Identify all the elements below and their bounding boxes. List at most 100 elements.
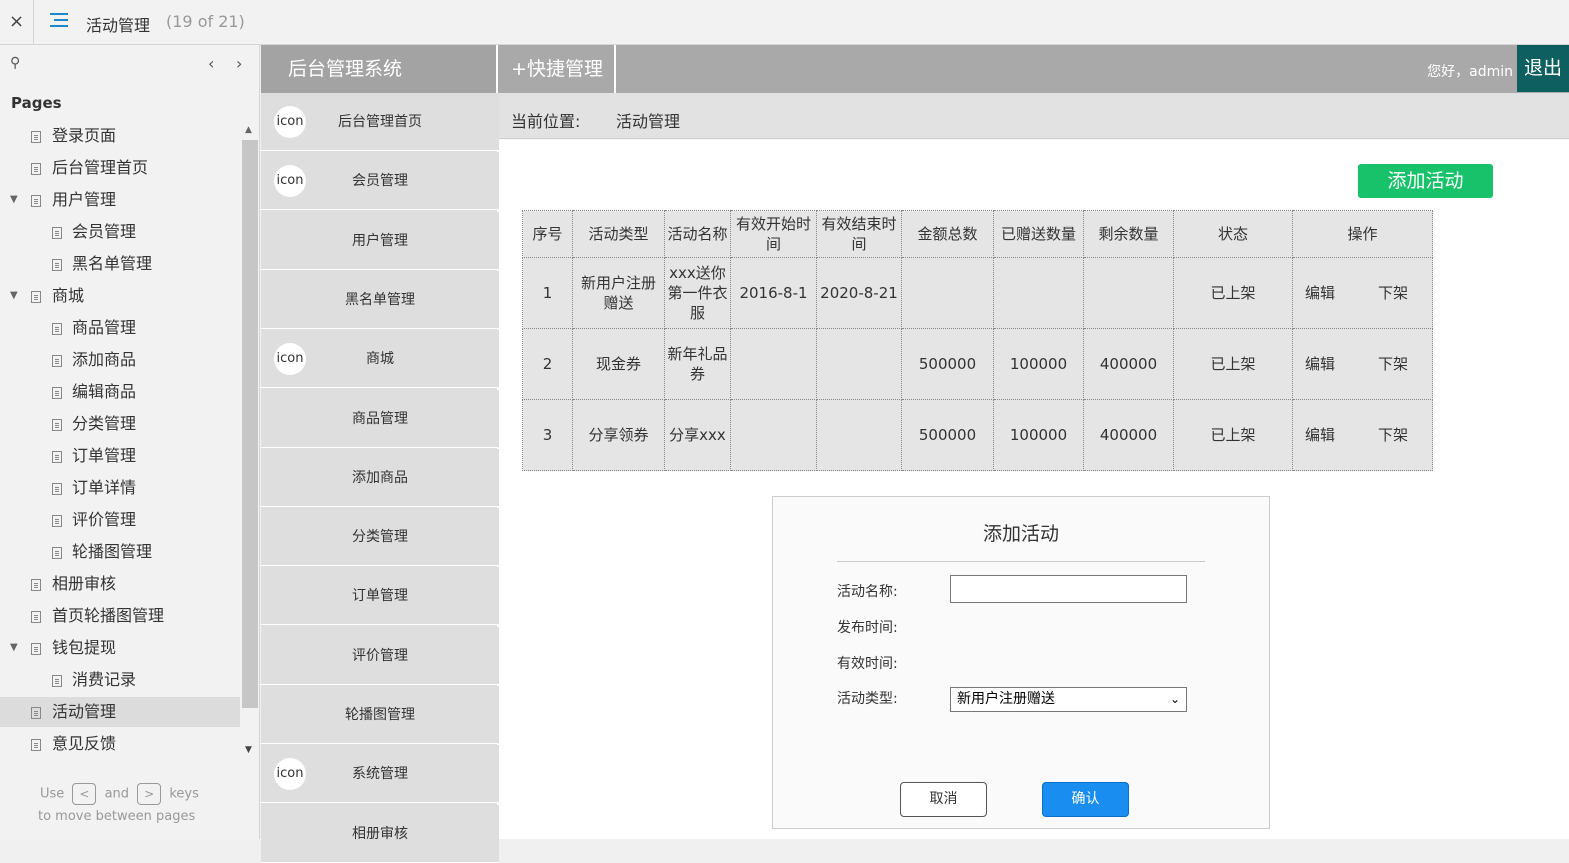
side-menu-item[interactable]: 用户管理	[261, 211, 499, 270]
add-activity-dialog: 添加活动 活动名称: 发布时间: 有效时间: 活动类型: 新用户注册赠送 ⌄ 取…	[772, 496, 1270, 829]
column-header: 金额总数	[901, 210, 994, 258]
page-icon	[31, 643, 41, 655]
side-menu-item[interactable]: 分类管理	[261, 508, 499, 567]
side-menu-item[interactable]: 评价管理	[261, 626, 499, 685]
add-activity-button[interactable]: 添加活动	[1358, 164, 1493, 198]
tree-item-label: 消费记录	[72, 670, 137, 689]
tree-item[interactable]: 编辑商品	[0, 377, 240, 407]
side-menu-item[interactable]: 黑名单管理	[261, 270, 499, 329]
table-cell	[1083, 257, 1174, 329]
side-menu-item[interactable]: icon 会员管理	[261, 152, 499, 211]
column-header: 操作	[1292, 210, 1433, 258]
table-cell	[993, 257, 1084, 329]
tree-item[interactable]: ▼ 商城	[0, 281, 240, 311]
table-cell: 已上架	[1173, 257, 1293, 329]
table-cell: 400000	[1083, 328, 1174, 400]
side-menu-item[interactable]: 订单管理	[261, 567, 499, 626]
quick-manage-button[interactable]: +快捷管理	[500, 45, 616, 93]
page-icon	[31, 131, 41, 143]
actions-cell: 编辑 下架	[1292, 399, 1433, 471]
tree-item[interactable]: ▼ 钱包提现	[0, 633, 240, 663]
tree-item-label: 后台管理首页	[52, 158, 149, 177]
side-menu-item[interactable]: icon 后台管理首页	[261, 93, 499, 151]
tree-item[interactable]: 消费记录	[0, 665, 240, 695]
table-cell: 分享领券	[572, 399, 665, 471]
activity-table: 序号 活动类型 活动名称 有效开始时间 有效结束时间 金额总数 已赠送数量 剩余数量 状态 操作 …	[522, 210, 1433, 471]
take-down-link[interactable]: 下架	[1378, 354, 1408, 374]
expand-arrow-icon[interactable]: ▼	[10, 281, 18, 311]
side-menu-label: 评价管理	[352, 647, 408, 664]
table-cell	[816, 399, 902, 471]
side-menu-item[interactable]: 商品管理	[261, 389, 499, 448]
logout-button[interactable]: 退出	[1517, 45, 1569, 92]
activity-type-select[interactable]: 新用户注册赠送 ⌄	[950, 687, 1187, 712]
cancel-button[interactable]: 取消	[900, 782, 987, 817]
breadcrumb: 当前位置: 活动管理	[499, 93, 1569, 139]
side-menu-label: 系统管理	[352, 766, 408, 783]
page-icon	[31, 611, 41, 623]
take-down-link[interactable]: 下架	[1378, 425, 1408, 445]
tree-item[interactable]: 意见反馈	[0, 729, 240, 759]
side-menu-label: 相册审核	[352, 825, 408, 842]
expand-arrow-icon[interactable]: ▼	[10, 633, 18, 663]
tree-item[interactable]: 相册审核	[0, 569, 240, 599]
tree-item-label: 意见反馈	[52, 734, 117, 753]
side-menu-item[interactable]: 添加商品	[261, 448, 499, 507]
breadcrumb-value: 活动管理	[616, 112, 681, 131]
scroll-down-icon[interactable]: ▼	[245, 745, 252, 755]
page-icon	[31, 163, 41, 175]
edit-link[interactable]: 编辑	[1305, 354, 1335, 374]
menu-icon[interactable]	[50, 13, 70, 31]
keyboard-hint: Use < and > keys to move between pages	[38, 783, 240, 828]
page-icon	[52, 547, 62, 559]
page-icon	[31, 195, 41, 207]
activity-name-input[interactable]	[950, 575, 1187, 603]
divider	[837, 561, 1205, 562]
side-menu-item[interactable]: icon 系统管理	[261, 745, 499, 804]
table-cell: 已上架	[1173, 399, 1293, 471]
tree-item[interactable]: 订单详情	[0, 473, 240, 503]
chevron-left-icon[interactable]: ‹	[208, 54, 214, 73]
tree-item[interactable]: 评价管理	[0, 505, 240, 535]
side-menu-label: 商城	[366, 351, 394, 368]
breadcrumb-label: 当前位置:	[511, 112, 581, 131]
tree-item[interactable]: 添加商品	[0, 345, 240, 375]
side-menu-item[interactable]: 相册审核	[261, 804, 499, 863]
viewer-topbar: × 活动管理 (19 of 21)	[0, 0, 1569, 45]
table-cell: 2020-8-21	[816, 257, 902, 329]
tree-item[interactable]: 会员管理	[0, 217, 240, 247]
side-menu-item[interactable]: 轮播图管理	[261, 686, 499, 744]
tree-item[interactable]: 登录页面	[0, 121, 240, 151]
tree-item-label: 登录页面	[52, 126, 117, 145]
table-cell: 100000	[993, 399, 1084, 471]
tree-item[interactable]: 订单管理	[0, 441, 240, 471]
chevron-right-icon[interactable]: ›	[236, 54, 242, 73]
search-icon[interactable]: ⚲	[10, 55, 20, 71]
column-header: 剩余数量	[1083, 210, 1174, 258]
side-menu-item[interactable]: icon 商城	[261, 330, 499, 389]
scrollbar[interactable]	[242, 140, 258, 708]
dialog-title: 添加活动	[982, 523, 1059, 545]
close-icon[interactable]: ×	[0, 0, 34, 45]
expand-arrow-icon[interactable]: ▼	[10, 185, 18, 215]
tree-item[interactable]: 商品管理	[0, 313, 240, 343]
side-menu-label: 黑名单管理	[345, 291, 415, 308]
edit-link[interactable]: 编辑	[1305, 283, 1335, 303]
scroll-up-icon[interactable]: ▲	[245, 125, 252, 135]
tree-item[interactable]: 黑名单管理	[0, 249, 240, 279]
side-menu: icon 后台管理首页 icon 会员管理 用户管理黑名单管理 icon 商城 商品管理 添加商…	[261, 93, 499, 863]
type-label: 活动类型:	[837, 691, 898, 707]
greeting-text: 您好，admin	[1427, 64, 1513, 80]
edit-link[interactable]: 编辑	[1305, 425, 1335, 445]
tree-item[interactable]: 后台管理首页	[0, 153, 240, 183]
tree-item[interactable]: 轮播图管理	[0, 537, 240, 567]
tree-item[interactable]: 首页轮播图管理	[0, 601, 240, 631]
confirm-button[interactable]: 确认	[1042, 782, 1129, 817]
take-down-link[interactable]: 下架	[1378, 283, 1408, 303]
tree-item[interactable]: ▼ 用户管理	[0, 185, 240, 215]
tree-item[interactable]: 活动管理	[0, 697, 240, 727]
side-menu-label: 分类管理	[352, 529, 408, 546]
page-icon	[52, 355, 62, 367]
tree-item[interactable]: 分类管理	[0, 409, 240, 439]
page-icon	[31, 739, 41, 751]
